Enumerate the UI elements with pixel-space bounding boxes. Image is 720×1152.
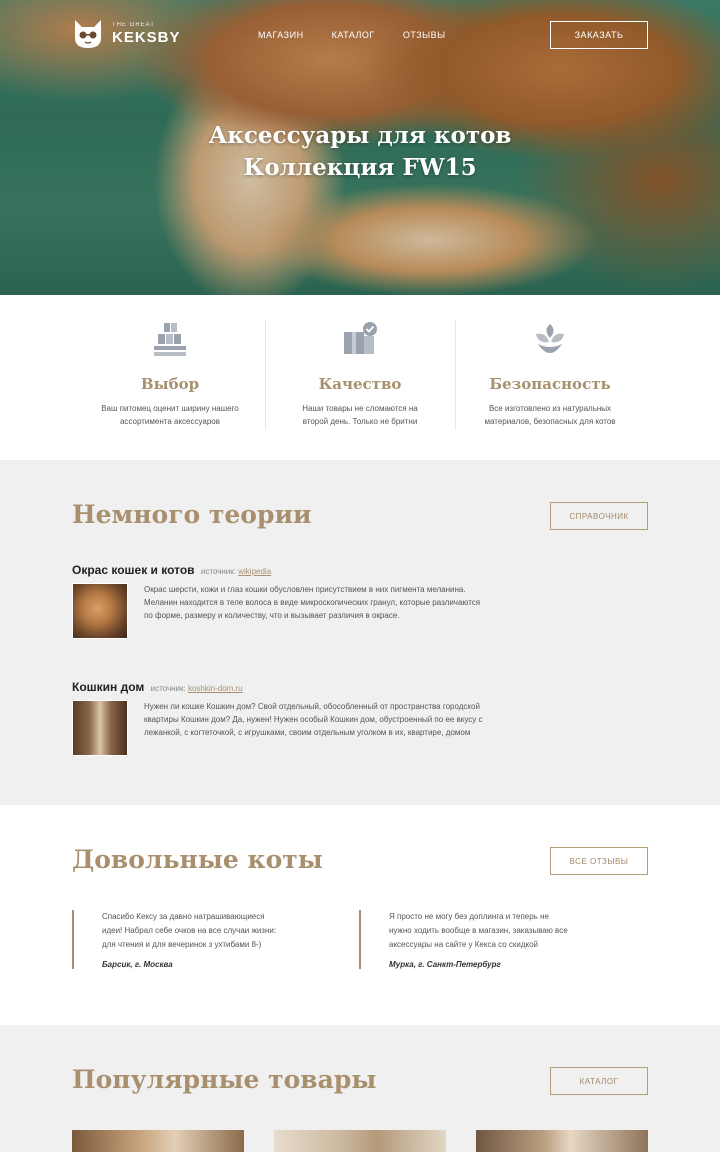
review-card: Спасибо Кексу за давно натрашивающиеся и… <box>72 910 302 969</box>
feature-safety: Безопасность Все изготовлено из натураль… <box>455 320 645 428</box>
cat-logo-icon <box>75 20 101 48</box>
section-title: Довольные коты <box>72 845 323 874</box>
boxes-icon <box>154 323 186 356</box>
feature-text-line: Ваш питомец оценит ширину нашего <box>101 404 239 413</box>
product-card-image[interactable] <box>476 1130 648 1152</box>
review-text: Я просто не могу без доплинга и теперь н… <box>389 910 589 952</box>
catalog-button[interactable]: КАТАЛОГ <box>550 1067 648 1095</box>
article-text: Нужен ли кошке Кошкин дом? Свой отдельны… <box>144 700 483 756</box>
article-thumbnail[interactable] <box>72 700 128 756</box>
leaf-icon <box>536 324 564 353</box>
hero-title: Аксессуары для котов Коллекция FW15 <box>0 120 720 184</box>
menu-item-reviews[interactable]: ОТЗЫВЫ <box>403 30 446 40</box>
hero-banner: THE GREAT KEKSBY МАГАЗИН КАТАЛОГ ОТЗЫВЫ … <box>0 0 720 295</box>
feature-text-line: Наши товары не сломаются на <box>302 404 418 413</box>
article-header: Кошкин дом источник: koshkin-dom.ru <box>72 680 542 694</box>
reviews-section: Довольные коты ВСЕ ОТЗЫВЫ Спасибо Кексу … <box>0 805 720 1025</box>
review-line: Спасибо Кексу за давно натрашивающиеся <box>102 912 265 921</box>
hero-title-line1: Аксессуары для котов <box>208 122 512 149</box>
review-author: Барсик, г. Москва <box>102 960 173 969</box>
review-line: нужно ходить вообще в магазин, заказываю… <box>389 926 568 935</box>
feature-text: Ваш питомец оценит ширину нашего ассорти… <box>75 402 265 428</box>
logo-name: KEKSBY <box>112 29 181 46</box>
feature-text-line: материалов, безопасных для котов <box>484 417 616 426</box>
feature-text: Наши товары не сломаются на второй день.… <box>265 402 455 428</box>
article-line: Меланин находится в теле волоса в виде м… <box>144 598 481 607</box>
section-title: Немного теории <box>72 500 312 529</box>
article-title[interactable]: Окрас кошек и котов <box>72 563 195 577</box>
article-source: источник: koshkin-dom.ru <box>151 684 243 693</box>
section-title: Популярные товары <box>72 1065 377 1094</box>
hero-title-line2: Коллекция FW15 <box>243 154 477 181</box>
review-line: Я просто не могу без доплинга и теперь н… <box>389 912 549 921</box>
logo-text: THE GREAT KEKSBY <box>112 22 181 46</box>
source-link[interactable]: koshkin-dom.ru <box>188 684 243 693</box>
feature-text: Все изготовлено из натуральных материало… <box>455 402 645 428</box>
logo-tagline: THE GREAT <box>112 22 155 28</box>
article-header: Окрас кошек и котов источник: wikipedia <box>72 563 542 577</box>
menu-item-shop[interactable]: МАГАЗИН <box>258 30 304 40</box>
quality-box-icon <box>344 322 377 354</box>
feature-title: Выбор <box>140 375 200 393</box>
product-card-image[interactable] <box>72 1130 244 1152</box>
article-title[interactable]: Кошкин дом <box>72 680 144 694</box>
main-nav: THE GREAT KEKSBY МАГАЗИН КАТАЛОГ ОТЗЫВЫ … <box>0 18 720 54</box>
features-section: Выбор Ваш питомец оценит ширину нашего а… <box>0 295 720 460</box>
review-text: Спасибо Кексу за давно натрашивающиеся и… <box>102 910 302 952</box>
article-line: Окрас шерсти, кожи и глаз кошки обусловл… <box>144 585 466 594</box>
reference-button[interactable]: СПРАВОЧНИК <box>550 502 648 530</box>
article-text: Окрас шерсти, кожи и глаз кошки обусловл… <box>144 583 480 639</box>
order-button[interactable]: ЗАКАЗАТЬ <box>550 21 648 49</box>
review-author: Мурка, г. Санкт-Петербург <box>389 960 501 969</box>
feature-text-line: ассортимента аксессуаров <box>119 417 220 426</box>
top-menu: МАГАЗИН КАТАЛОГ ОТЗЫВЫ <box>258 30 446 40</box>
feature-text-line: Все изготовлено из натуральных <box>488 404 612 413</box>
article-source: источник: wikipedia <box>201 567 271 576</box>
theory-section: Немного теории СПРАВОЧНИК Окрас кошек и … <box>0 460 720 805</box>
feature-title: Безопасность <box>489 375 611 393</box>
feature-choice: Выбор Ваш питомец оценит ширину нашего а… <box>75 320 265 428</box>
menu-item-catalog[interactable]: КАТАЛОГ <box>332 30 375 40</box>
review-card: Я просто не могу без доплинга и теперь н… <box>359 910 589 969</box>
article-body: Окрас шерсти, кожи и глаз кошки обусловл… <box>72 583 542 639</box>
review-line: аксессуары на сайте у Кекса со скидкой <box>389 940 539 949</box>
source-label: источник: <box>150 684 186 693</box>
feature-title: Качество <box>318 375 402 393</box>
logo[interactable]: THE GREAT KEKSBY <box>72 18 181 50</box>
article-cat-house: Кошкин дом источник: koshkin-dom.ru Нуже… <box>72 680 542 756</box>
feature-text-line: второй день. Только не бритни <box>302 417 418 426</box>
article-thumbnail[interactable] <box>72 583 128 639</box>
article-line: по форме, размеру и количеству, что и вы… <box>144 611 400 620</box>
article-line: Нужен ли кошке Кошкин дом? Свой отдельны… <box>144 702 480 711</box>
source-label: источник: <box>200 567 236 576</box>
source-link[interactable]: wikipedia <box>238 567 271 576</box>
review-line: идеи! Набрал себе очков на все случаи жи… <box>102 926 277 935</box>
article-body: Нужен ли кошке Кошкин дом? Свой отдельны… <box>72 700 542 756</box>
product-card-image[interactable] <box>274 1130 446 1152</box>
review-line: для чтения и для вечеринок з ухтибами 8-… <box>102 940 262 949</box>
article-line: лежанкой, с когтеточкой, с игрушками, св… <box>144 728 471 737</box>
feature-quality: Качество Наши товары не сломаются на вто… <box>265 320 455 428</box>
products-section: Популярные товары КАТАЛОГ <box>0 1025 720 1152</box>
article-coat-color: Окрас кошек и котов источник: wikipedia … <box>72 563 542 639</box>
article-line: квартиры Кошкин дом? Да, нужен! Нужен ос… <box>144 715 483 724</box>
all-reviews-button[interactable]: ВСЕ ОТЗЫВЫ <box>550 847 648 875</box>
